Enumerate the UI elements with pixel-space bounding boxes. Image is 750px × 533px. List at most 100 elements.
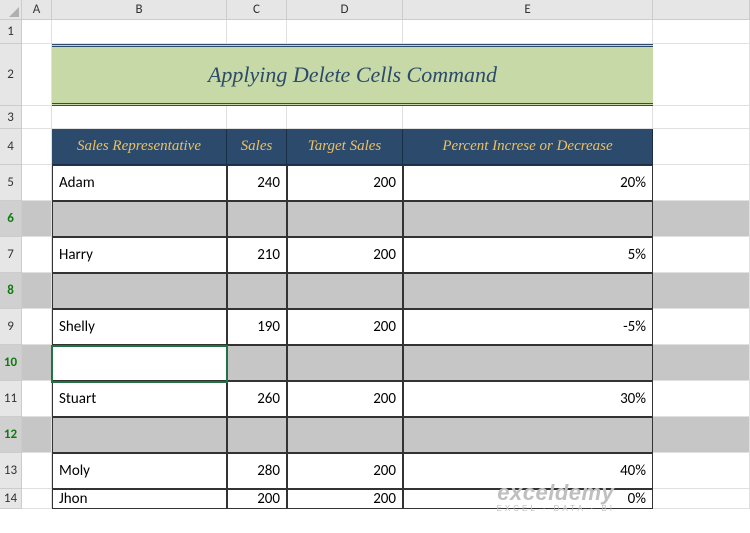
cell-sales[interactable] <box>227 345 287 381</box>
cell-percent[interactable]: 30% <box>403 381 653 417</box>
cell-sales[interactable]: 240 <box>227 165 287 201</box>
cell-sales[interactable]: 260 <box>227 381 287 417</box>
cell[interactable] <box>653 453 750 489</box>
row-header[interactable]: 4 <box>0 129 22 165</box>
row-header[interactable]: 11 <box>0 381 22 417</box>
row-header[interactable]: 10 <box>0 345 22 381</box>
cell-rep[interactable] <box>52 345 227 381</box>
cell[interactable] <box>653 20 750 44</box>
cell-sales[interactable]: 280 <box>227 453 287 489</box>
cell-sales[interactable] <box>227 201 287 237</box>
title-cell[interactable]: Applying Delete Cells Command <box>52 44 653 106</box>
select-all-corner[interactable] <box>0 0 22 20</box>
cell[interactable] <box>52 106 227 129</box>
cell[interactable] <box>227 20 287 44</box>
cell[interactable] <box>22 453 52 489</box>
cell-rep[interactable] <box>52 273 227 309</box>
col-header-c[interactable]: C <box>227 0 287 20</box>
cell-percent[interactable]: 5% <box>403 237 653 273</box>
cell-rep[interactable] <box>52 417 227 453</box>
cell[interactable] <box>227 106 287 129</box>
row-header[interactable]: 8 <box>0 273 22 309</box>
cell-rep[interactable]: Jhon <box>52 489 227 509</box>
cell[interactable] <box>287 106 403 129</box>
cell-target[interactable]: 200 <box>287 309 403 345</box>
cell-percent[interactable] <box>403 345 653 381</box>
header-rep[interactable]: Sales Representative <box>52 129 227 165</box>
row-header[interactable]: 2 <box>0 44 22 106</box>
cell[interactable] <box>22 489 52 509</box>
cell-target[interactable]: 200 <box>287 453 403 489</box>
cell[interactable] <box>653 417 750 453</box>
row-header[interactable]: 9 <box>0 309 22 345</box>
cell-percent[interactable]: 20% <box>403 165 653 201</box>
row-header[interactable]: 3 <box>0 106 22 129</box>
col-header-blank[interactable] <box>653 0 750 20</box>
col-header-d[interactable]: D <box>287 0 403 20</box>
cell-target[interactable]: 200 <box>287 165 403 201</box>
cell[interactable] <box>22 309 52 345</box>
cell-percent[interactable]: -5% <box>403 309 653 345</box>
cell[interactable] <box>653 165 750 201</box>
cell-sales[interactable] <box>227 273 287 309</box>
cell-target[interactable] <box>287 201 403 237</box>
cell[interactable] <box>653 106 750 129</box>
col-header-b[interactable]: B <box>52 0 227 20</box>
cell-percent[interactable] <box>403 201 653 237</box>
cell[interactable] <box>22 165 52 201</box>
cell[interactable] <box>22 201 52 237</box>
cell-target[interactable]: 200 <box>287 489 403 509</box>
cell[interactable] <box>653 201 750 237</box>
header-target[interactable]: Target Sales <box>287 129 403 165</box>
cell-percent[interactable] <box>403 417 653 453</box>
cell[interactable] <box>653 237 750 273</box>
cell[interactable] <box>22 345 52 381</box>
row-header[interactable]: 12 <box>0 417 22 453</box>
cell-target[interactable] <box>287 345 403 381</box>
cell-target[interactable]: 200 <box>287 237 403 273</box>
cell-target[interactable] <box>287 417 403 453</box>
spreadsheet-grid[interactable]: A B C D E 1 2 Applying Delete Cells Comm… <box>0 0 750 509</box>
cell-sales[interactable]: 190 <box>227 309 287 345</box>
row-header[interactable]: 14 <box>0 489 22 509</box>
cell[interactable] <box>52 20 227 44</box>
row-header[interactable]: 5 <box>0 165 22 201</box>
row-header[interactable]: 13 <box>0 453 22 489</box>
cell-sales[interactable] <box>227 417 287 453</box>
cell-percent[interactable] <box>403 273 653 309</box>
cell-rep[interactable]: Stuart <box>52 381 227 417</box>
cell[interactable] <box>403 20 653 44</box>
cell[interactable] <box>22 273 52 309</box>
cell-target[interactable] <box>287 273 403 309</box>
cell[interactable] <box>22 20 52 44</box>
cell[interactable] <box>22 237 52 273</box>
col-header-e[interactable]: E <box>403 0 653 20</box>
cell[interactable] <box>287 20 403 44</box>
cell[interactable] <box>653 44 750 106</box>
cell[interactable] <box>653 345 750 381</box>
cell-rep[interactable] <box>52 201 227 237</box>
cell[interactable] <box>22 381 52 417</box>
cell[interactable] <box>653 129 750 165</box>
cell[interactable] <box>22 106 52 129</box>
col-header-a[interactable]: A <box>22 0 52 20</box>
cell-rep[interactable]: Adam <box>52 165 227 201</box>
cell[interactable] <box>22 44 52 106</box>
cell[interactable] <box>653 309 750 345</box>
cell-rep[interactable]: Shelly <box>52 309 227 345</box>
row-header[interactable]: 6 <box>0 201 22 237</box>
cell[interactable] <box>403 106 653 129</box>
cell[interactable] <box>653 273 750 309</box>
row-header[interactable]: 7 <box>0 237 22 273</box>
cell-rep[interactable]: Moly <box>52 453 227 489</box>
cell[interactable] <box>653 489 750 509</box>
header-sales[interactable]: Sales <box>227 129 287 165</box>
row-header[interactable]: 1 <box>0 20 22 44</box>
cell[interactable] <box>653 381 750 417</box>
cell[interactable] <box>22 417 52 453</box>
cell-rep[interactable]: Harry <box>52 237 227 273</box>
header-percent[interactable]: Percent Increse or Decrease <box>403 129 653 165</box>
cell-sales[interactable]: 200 <box>227 489 287 509</box>
cell-target[interactable]: 200 <box>287 381 403 417</box>
cell[interactable] <box>22 129 52 165</box>
